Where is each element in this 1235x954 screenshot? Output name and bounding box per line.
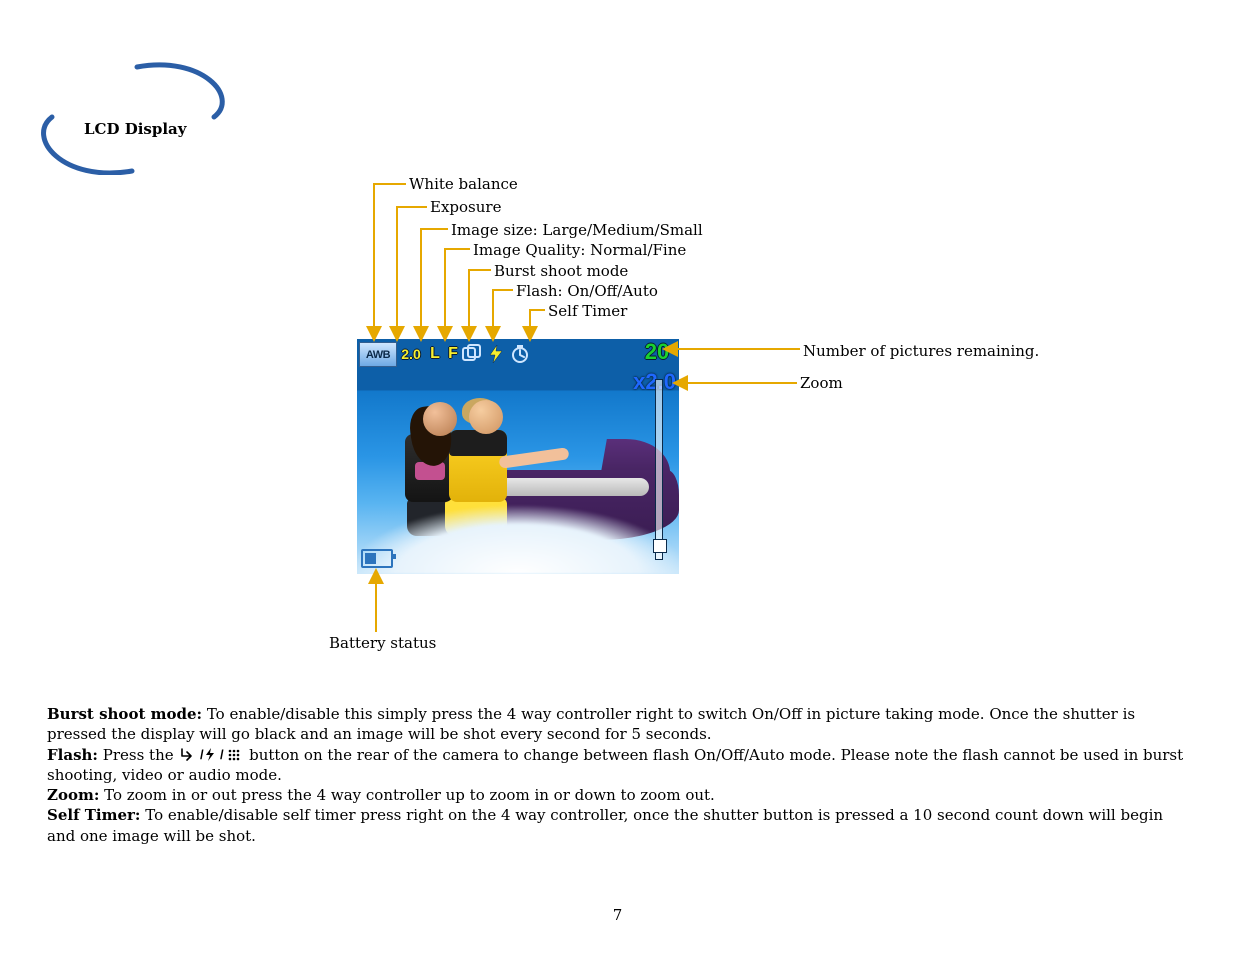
page-title: LCD Display xyxy=(84,120,187,138)
inline-enter-flash-grid-icon: / / xyxy=(178,747,244,762)
hud-battery-icon xyxy=(361,549,393,568)
hud-image-size: L xyxy=(427,342,443,365)
para-zoom: Zoom: To zoom in or out press the 4 way … xyxy=(47,785,1188,805)
lcd-hud-top: AWB 2.0 L F 20 xyxy=(357,339,679,368)
para-zoom-label: Zoom: xyxy=(47,786,99,804)
label-flash: Flash: On/Off/Auto xyxy=(516,282,658,300)
label-pics-remaining: Number of pictures remaining. xyxy=(803,342,1039,360)
para-zoom-text: To zoom in or out press the 4 way contro… xyxy=(99,786,714,804)
label-burst: Burst shoot mode xyxy=(494,262,628,280)
hud-pictures-remaining: 20 xyxy=(637,339,677,365)
hud-white-balance: AWB xyxy=(359,342,397,367)
hud-burst-icon xyxy=(461,342,483,365)
para-burst-text: To enable/disable this simply press the … xyxy=(47,705,1135,743)
para-self-text: To enable/disable self timer press right… xyxy=(47,806,1163,844)
para-self-timer: Self Timer: To enable/disable self timer… xyxy=(47,805,1188,846)
body-text: Burst shoot mode: To enable/disable this… xyxy=(47,704,1188,846)
para-flash-label: Flash: xyxy=(47,746,98,764)
label-exposure: Exposure xyxy=(430,198,501,216)
label-image-size: Image size: Large/Medium/Small xyxy=(451,221,703,239)
page-number: 7 xyxy=(0,906,1235,924)
rider-head-man xyxy=(469,400,503,434)
hud-zoom-slider xyxy=(655,379,663,560)
hud-timer-icon xyxy=(509,342,531,365)
hud-exposure: 2.0 xyxy=(397,342,425,365)
hud-image-quality: F xyxy=(445,342,461,365)
label-self-timer: Self Timer xyxy=(548,302,627,320)
hud-flash-icon xyxy=(485,342,507,365)
rider-head-woman xyxy=(423,402,457,436)
para-self-label: Self Timer: xyxy=(47,806,140,824)
label-battery: Battery status xyxy=(329,634,436,652)
svg-text:/: / xyxy=(200,747,204,762)
label-image-quality: Image Quality: Normal/Fine xyxy=(473,241,686,259)
para-burst: Burst shoot mode: To enable/disable this… xyxy=(47,704,1188,745)
rider-torso-man xyxy=(449,430,507,502)
swirl-ornament xyxy=(32,55,232,175)
label-zoom: Zoom xyxy=(800,374,843,392)
para-flash-pre: Press the xyxy=(98,746,178,764)
label-white-balance: White balance xyxy=(409,175,518,193)
lcd-display: AWB 2.0 L F 20 x2.0 xyxy=(357,339,679,574)
para-flash: Flash: Press the / / button on the rear … xyxy=(47,745,1188,786)
svg-text:/: / xyxy=(220,747,224,762)
para-burst-label: Burst shoot mode: xyxy=(47,705,202,723)
